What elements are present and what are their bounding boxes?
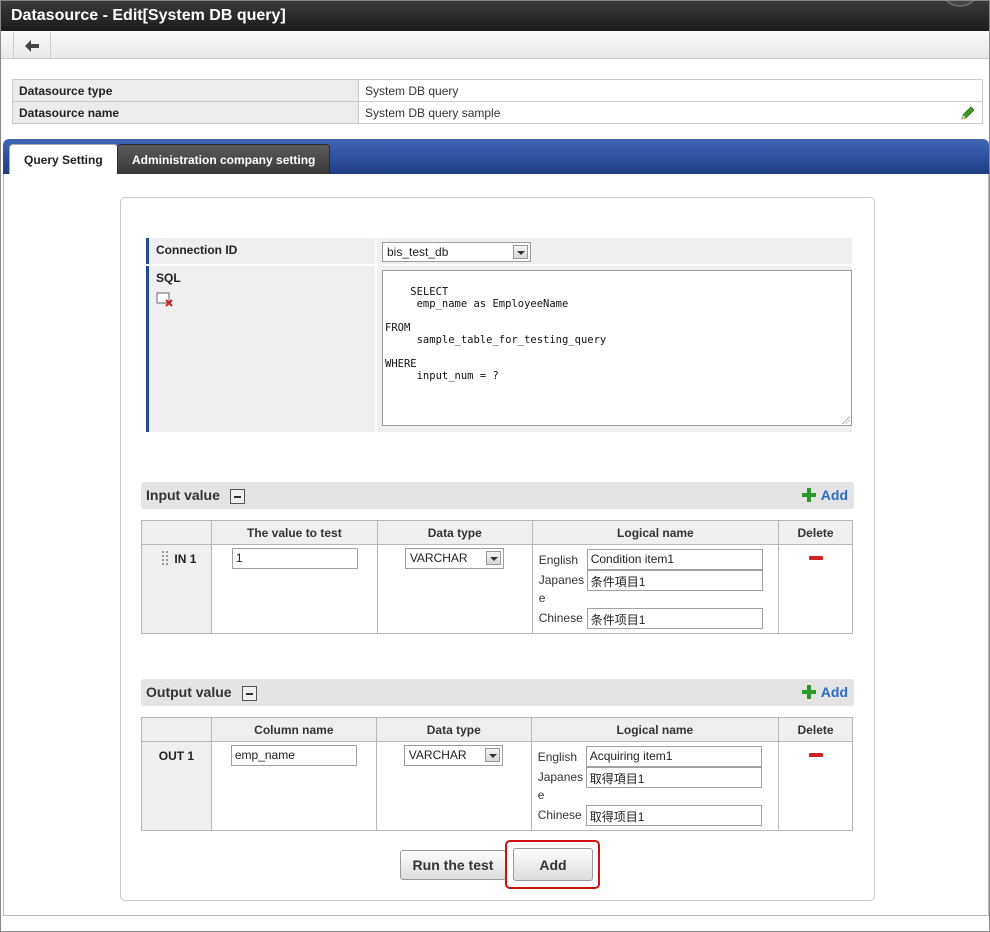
tab-bar: Query Setting Administration company set…: [3, 139, 989, 175]
data-type-value: VARCHAR: [409, 551, 468, 565]
connection-id-label: Connection ID: [146, 238, 375, 264]
input-value-header: Input value Add: [141, 482, 854, 509]
back-arrow-icon: [25, 39, 39, 52]
value-cell: 1: [210, 544, 378, 634]
col-delete: Delete: [778, 717, 853, 742]
row-id: IN 1: [174, 552, 197, 566]
column-name-input[interactable]: emp_name: [230, 745, 357, 766]
plus-icon: [801, 685, 816, 699]
resize-grip-icon[interactable]: [842, 416, 850, 424]
col-column-name: Column name: [210, 717, 377, 742]
plus-icon: [801, 488, 816, 502]
col-logical-name: Logical name: [530, 717, 780, 742]
row-id-cell: IN 1: [141, 544, 212, 634]
chevron-down-icon: [485, 551, 501, 565]
datasource-type-label: Datasource type: [12, 79, 359, 102]
info-row-type: Datasource type System DB query: [12, 79, 983, 102]
datasource-info-table: Datasource type System DB query Datasour…: [12, 79, 983, 124]
output-value-table: Column name Data type Logical name Delet…: [141, 717, 853, 831]
datasource-type-value: System DB query: [358, 79, 983, 102]
lang-japanese-label: Japanese: [538, 573, 585, 605]
page-title: Datasource - Edit[System DB query]: [11, 7, 286, 24]
tab-administration-company-setting[interactable]: Administration company setting: [117, 144, 331, 175]
back-button[interactable]: [13, 32, 51, 59]
japanese-name-input[interactable]: 条件項目1: [586, 570, 763, 591]
japanese-name-input[interactable]: 取得項目1: [585, 767, 762, 788]
lang-chinese-label: Chinese: [538, 611, 583, 625]
drag-handle-icon[interactable]: [162, 551, 168, 565]
test-value-input[interactable]: 1: [231, 548, 358, 569]
run-test-button[interactable]: Run the test: [400, 850, 506, 880]
delete-cell: [778, 741, 853, 831]
sql-textarea[interactable]: SELECT emp_name as EmployeeName FROM sam…: [382, 270, 852, 426]
logical-name-cell: English Acquiring item1 Japanese 取得項目1 C…: [530, 741, 780, 831]
chevron-down-icon: [513, 245, 528, 259]
row-id-cell: OUT 1: [141, 741, 212, 831]
sql-label: SQL: [156, 271, 181, 285]
chevron-down-icon: [484, 748, 500, 762]
datasource-name-label: Datasource name: [12, 101, 359, 124]
col-delete: Delete: [778, 520, 853, 545]
lang-english-label: English: [537, 750, 578, 764]
input-table-header: The value to test Data type Logical name…: [141, 520, 853, 545]
col-data-type: Data type: [375, 717, 532, 742]
highlight-annotation: [505, 840, 600, 889]
datasource-name-value: System DB query sample: [365, 105, 501, 120]
table-row: IN 1 1 VARCHAR English Condition item1 J…: [141, 544, 853, 634]
output-table-header: Column name Data type Logical name Delet…: [141, 717, 853, 742]
lang-japanese-label: Japanese: [537, 770, 584, 802]
datasource-name-cell: System DB query sample: [358, 101, 983, 124]
row-id: OUT 1: [158, 749, 195, 763]
window-titlebar: Datasource - Edit[System DB query]: [1, 1, 989, 31]
english-name-input[interactable]: Acquiring item1: [585, 746, 762, 767]
output-add-link[interactable]: Add: [801, 684, 848, 700]
data-type-cell: VARCHAR: [375, 741, 532, 831]
logical-name-group: English Acquiring item1 Japanese 取得項目1 C…: [533, 743, 777, 829]
data-type-select[interactable]: VARCHAR: [404, 548, 504, 569]
delete-cell: [778, 544, 853, 634]
col-row-id: [141, 520, 212, 545]
chinese-name-input[interactable]: 取得项目1: [585, 805, 762, 826]
clear-sql-icon[interactable]: [156, 292, 174, 308]
col-value-to-test: The value to test: [210, 520, 378, 545]
logical-name-group: English Condition item1 Japanese 条件項目1 C…: [534, 546, 777, 632]
output-value-title: Output value: [146, 684, 232, 700]
corner-decoration: [943, 1, 977, 7]
collapse-icon[interactable]: [242, 686, 257, 701]
data-type-select[interactable]: VARCHAR: [403, 745, 503, 766]
table-row: OUT 1 emp_name VARCHAR English Acquiring…: [141, 741, 853, 831]
delete-icon[interactable]: [808, 556, 823, 560]
app-window: Datasource - Edit[System DB query] Datas…: [0, 0, 990, 932]
toolbar: [1, 31, 989, 59]
delete-icon[interactable]: [808, 753, 823, 757]
col-row-id: [141, 717, 212, 742]
english-name-input[interactable]: Condition item1: [586, 549, 763, 570]
pencil-icon[interactable]: [960, 105, 976, 121]
sql-label-cell: SQL: [146, 266, 375, 432]
column-name-cell: emp_name: [210, 741, 377, 831]
info-row-name: Datasource name System DB query sample: [12, 101, 983, 124]
output-value-header: Output value Add: [141, 679, 854, 706]
col-logical-name: Logical name: [531, 520, 780, 545]
lang-chinese-label: Chinese: [537, 808, 582, 822]
data-type-value: VARCHAR: [408, 748, 467, 762]
output-add-label: Add: [820, 684, 848, 700]
input-value-title: Input value: [146, 487, 220, 503]
col-data-type: Data type: [376, 520, 533, 545]
input-value-table: The value to test Data type Logical name…: [141, 520, 853, 634]
input-add-link[interactable]: Add: [801, 487, 848, 503]
data-type-cell: VARCHAR: [376, 544, 533, 634]
sql-text: SELECT emp_name as EmployeeName FROM sam…: [385, 286, 607, 382]
connection-id-select[interactable]: bis_test_db: [382, 242, 531, 262]
collapse-icon[interactable]: [230, 489, 245, 504]
chinese-name-input[interactable]: 条件项目1: [586, 608, 763, 629]
input-add-label: Add: [820, 487, 848, 503]
connection-id-value: bis_test_db: [387, 245, 449, 259]
lang-english-label: English: [538, 553, 579, 567]
tab-query-setting[interactable]: Query Setting: [9, 144, 118, 175]
logical-name-cell: English Condition item1 Japanese 条件項目1 C…: [531, 544, 780, 634]
